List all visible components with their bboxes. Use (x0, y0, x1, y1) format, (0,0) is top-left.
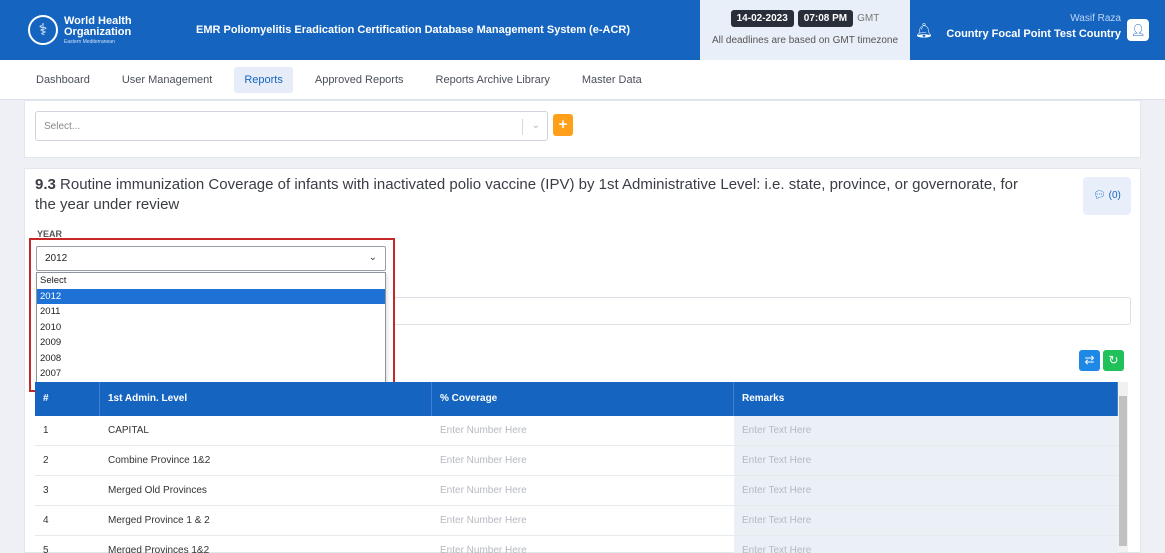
who-logo[interactable]: ⚕ World Health Organization Eastern Medi… (0, 0, 190, 60)
admin-level-name: Merged Provinces 1&2 (108, 545, 210, 553)
coverage-input[interactable]: Enter Number Here (432, 476, 734, 505)
row-number: 3 (43, 485, 49, 496)
comments-button[interactable]: 💬︎ (0) (1083, 177, 1131, 215)
question-title: 9.3 Routine immunization Coverage of inf… (35, 175, 1035, 215)
bell-icon[interactable]: 🔔︎ (915, 22, 933, 38)
nav-master-data[interactable]: Master Data (572, 67, 652, 93)
time-badge: 07:08 PM (797, 10, 854, 27)
admin-level-name: Merged Province 1 & 2 (108, 515, 210, 526)
nav-reports[interactable]: Reports (234, 66, 293, 93)
retweet-icon[interactable]: ⇄ (1079, 350, 1100, 371)
remarks-input[interactable]: Enter Text Here (734, 476, 1118, 505)
row-number: 2 (43, 455, 49, 466)
refresh-icon[interactable]: ↻ (1103, 350, 1124, 371)
remarks-input[interactable]: Enter Text Here (734, 446, 1118, 475)
chevron-down-icon[interactable]: ⌄ (532, 120, 540, 131)
app-title: EMR Poliomyelitis Eradication Certificat… (196, 24, 630, 36)
org-name-line2: Organization (64, 25, 132, 38)
comment-icon: 💬︎ (1093, 190, 1106, 201)
table-header: # 1st Admin. Level % Coverage Remarks (35, 382, 1118, 416)
table-row: 2 Combine Province 1&2 Enter Number Here… (35, 446, 1118, 476)
admin-level-name: Combine Province 1&2 (108, 455, 211, 466)
coverage-table: # 1st Admin. Level % Coverage Remarks 1 … (35, 382, 1118, 553)
table-row: 4 Merged Province 1 & 2 Enter Number Her… (35, 506, 1118, 536)
nav-reports-archive-library[interactable]: Reports Archive Library (426, 67, 560, 93)
row-number: 5 (43, 545, 49, 553)
user-info[interactable]: Wasif Raza Country Focal Point Test Coun… (946, 13, 1121, 40)
scrollbar-thumb[interactable] (1119, 396, 1127, 546)
main-nav: Dashboard User Management Reports Approv… (0, 60, 1165, 100)
admin-level-name: CAPITAL (108, 425, 149, 436)
question-text: Routine immunization Coverage of infants… (35, 176, 1019, 213)
row-number: 4 (43, 515, 49, 526)
section-select-card: Select... ⌄ + (24, 100, 1141, 158)
user-avatar-icon[interactable]: 👤︎ (1127, 19, 1149, 41)
deadline-note: All deadlines are based on GMT timezone (711, 35, 899, 46)
question-card: 9.3 Routine immunization Coverage of inf… (24, 168, 1141, 553)
app-header: ⚕ World Health Organization Eastern Medi… (0, 0, 1165, 60)
add-button[interactable]: + (553, 114, 573, 136)
coverage-input[interactable]: Enter Number Here (432, 416, 734, 445)
remarks-input[interactable]: Enter Text Here (734, 416, 1118, 445)
question-number: 9.3 (35, 176, 56, 193)
nav-approved-reports[interactable]: Approved Reports (305, 67, 414, 93)
nav-dashboard[interactable]: Dashboard (26, 67, 100, 93)
date-badge: 14-02-2023 (730, 10, 794, 27)
col-header-remarks: Remarks (734, 382, 1118, 416)
table-row: 3 Merged Old Provinces Enter Number Here… (35, 476, 1118, 506)
row-number: 1 (43, 425, 49, 436)
coverage-input[interactable]: Enter Number Here (432, 446, 734, 475)
col-header-coverage: % Coverage (432, 382, 734, 416)
nav-user-management[interactable]: User Management (112, 67, 223, 93)
table-scrollbar[interactable] (1118, 382, 1128, 552)
col-header-number: # (35, 382, 100, 416)
section-select[interactable]: Select... ⌄ (35, 111, 548, 141)
highlight-frame (29, 238, 395, 392)
coverage-input[interactable]: Enter Number Here (432, 506, 734, 535)
col-header-admin-level: 1st Admin. Level (100, 382, 432, 416)
globe-icon: ⚕ (28, 15, 58, 45)
user-name: Wasif Raza (1070, 13, 1121, 24)
table-row: 5 Merged Provinces 1&2 Enter Number Here… (35, 536, 1118, 553)
admin-level-name: Merged Old Provinces (108, 485, 207, 496)
coverage-input[interactable]: Enter Number Here (432, 536, 734, 553)
text-field[interactable] (395, 297, 1131, 325)
remarks-input[interactable]: Enter Text Here (734, 536, 1118, 553)
org-name-line1: World Health (64, 14, 132, 27)
table-row: 1 CAPITAL Enter Number Here Enter Text H… (35, 416, 1118, 446)
time-panel: 14-02-2023 07:08 PM GMT All deadlines ar… (700, 0, 910, 60)
org-region: Eastern Mediterranean (64, 38, 115, 45)
remarks-input[interactable]: Enter Text Here (734, 506, 1118, 535)
comments-count: (0) (1108, 190, 1121, 201)
user-role: Country Focal Point Test Country (946, 28, 1121, 40)
section-select-placeholder: Select... (44, 121, 81, 132)
timezone-label: GMT (857, 13, 880, 24)
